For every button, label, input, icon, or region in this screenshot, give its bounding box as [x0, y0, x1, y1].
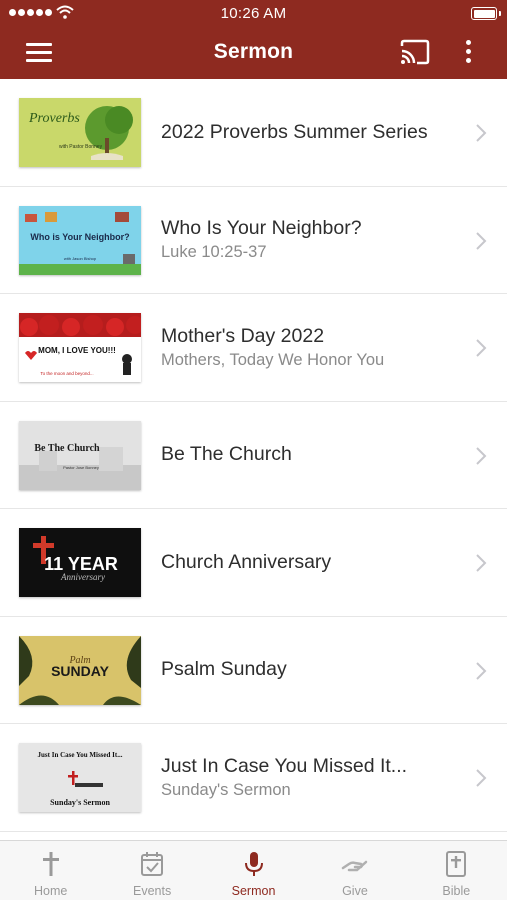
sermon-list-item[interactable]: Who is Your Neighbor? with Jason Bishop … [0, 187, 507, 294]
thumb-title: MOM, I LOVE YOU!!! [38, 346, 116, 355]
tab-sermon[interactable]: Sermon [203, 841, 304, 900]
chevron-right-icon [476, 554, 487, 572]
bible-icon [446, 851, 467, 877]
sermon-list-item[interactable]: 11 YEAR Anniversary Church Anniversary [0, 509, 507, 617]
chevron-right-icon [476, 124, 487, 142]
chevron-right-icon [476, 231, 487, 250]
thumb-title: Proverbs [28, 111, 80, 126]
bottom-tab-bar: Home Events Sermon Give Bible [0, 840, 507, 900]
tab-home[interactable]: Home [0, 841, 101, 900]
sermon-list-item[interactable]: Just In Case You Missed It... Sunday's S… [0, 724, 507, 832]
more-vertical-icon[interactable] [460, 38, 476, 66]
thumb-title: Who is Your Neighbor? [30, 232, 129, 242]
thumb-subtitle: Pastor Jose Bonney [63, 465, 99, 470]
sermon-title: 2022 Proverbs Summer Series [161, 120, 428, 143]
status-bar: 10:26 AM [0, 0, 507, 26]
sermon-list: Proverbs with Pastor Bonney 2022 Proverb… [0, 79, 507, 832]
sermon-list-item[interactable]: Palm SUNDAY Psalm Sunday [0, 617, 507, 724]
sermon-title: Be The Church [161, 443, 292, 466]
status-time: 10:26 AM [220, 5, 287, 22]
tab-bible[interactable]: Bible [406, 841, 507, 900]
sermon-title: Church Anniversary [161, 550, 332, 573]
thumb-title: SUNDAY [51, 663, 109, 679]
calendar-check-icon [141, 852, 164, 876]
cast-icon[interactable] [399, 38, 431, 66]
chevron-right-icon [476, 661, 487, 680]
microphone-icon [244, 852, 263, 876]
thumb-subtitle: Anniversary [60, 572, 105, 582]
sermon-thumbnail-neighbor: Who is Your Neighbor? with Jason Bishop [19, 205, 141, 275]
sermon-title: Psalm Sunday [161, 658, 287, 681]
sermon-subtitle: Mothers, Today We Honor You [161, 350, 385, 369]
thumb-title: 11 YEAR [44, 554, 118, 574]
sermon-title: Mother's Day 2022 [161, 324, 325, 347]
thumb-title: Be The Church [34, 443, 100, 454]
tab-give[interactable]: Give [304, 841, 405, 900]
thumb-subtitle: Sunday's Sermon [50, 798, 110, 807]
cross-icon [42, 852, 59, 876]
thumb-subtitle: with Pastor Bonney [59, 144, 103, 150]
giving-hand-icon [341, 860, 368, 872]
thumb-title: Just In Case You Missed It... [38, 751, 123, 759]
sermon-list-item[interactable]: MOM, I LOVE YOU!!! To the moon and beyon… [0, 294, 507, 402]
sermon-list-item[interactable]: Be The Church Pastor Jose Bonney Be The … [0, 402, 507, 509]
sermon-thumbnail-proverbs: Proverbs with Pastor Bonney [19, 98, 141, 167]
tab-label: Home [34, 884, 68, 898]
sermon-subtitle: Sunday's Sermon [161, 780, 291, 799]
sermon-thumbnail-mothers-day: MOM, I LOVE YOU!!! To the moon and beyon… [19, 313, 141, 382]
app-header: 10:26 AM Sermon [0, 0, 507, 79]
sermon-subtitle: Luke 10:25-37 [161, 243, 267, 262]
tab-events[interactable]: Events [101, 841, 202, 900]
chevron-right-icon [476, 769, 487, 787]
thumb-subtitle: To the moon and beyond... [40, 371, 93, 376]
battery-icon [471, 7, 501, 20]
sermon-thumbnail-psalm-sunday: Palm SUNDAY [19, 635, 141, 705]
thumb-subtitle: with Jason Bishop [64, 256, 97, 261]
chevron-right-icon [476, 339, 487, 357]
tab-label: Events [133, 884, 172, 898]
sermon-list-item[interactable]: Proverbs with Pastor Bonney 2022 Proverb… [0, 79, 507, 187]
tab-label: Bible [442, 884, 471, 898]
tab-label: Give [342, 884, 368, 898]
sermon-title: Who Is Your Neighbor? [161, 217, 362, 240]
sermon-thumbnail-be-the-church: Be The Church Pastor Jose Bonney [19, 420, 141, 490]
sermon-thumbnail-anniversary: 11 YEAR Anniversary [19, 528, 141, 597]
tab-label: Sermon [231, 884, 276, 898]
sermon-thumbnail-missed-it: Just In Case You Missed It... Sunday's S… [19, 743, 141, 812]
sermon-title: Just In Case You Missed It... [161, 754, 408, 777]
chevron-right-icon [476, 446, 487, 465]
